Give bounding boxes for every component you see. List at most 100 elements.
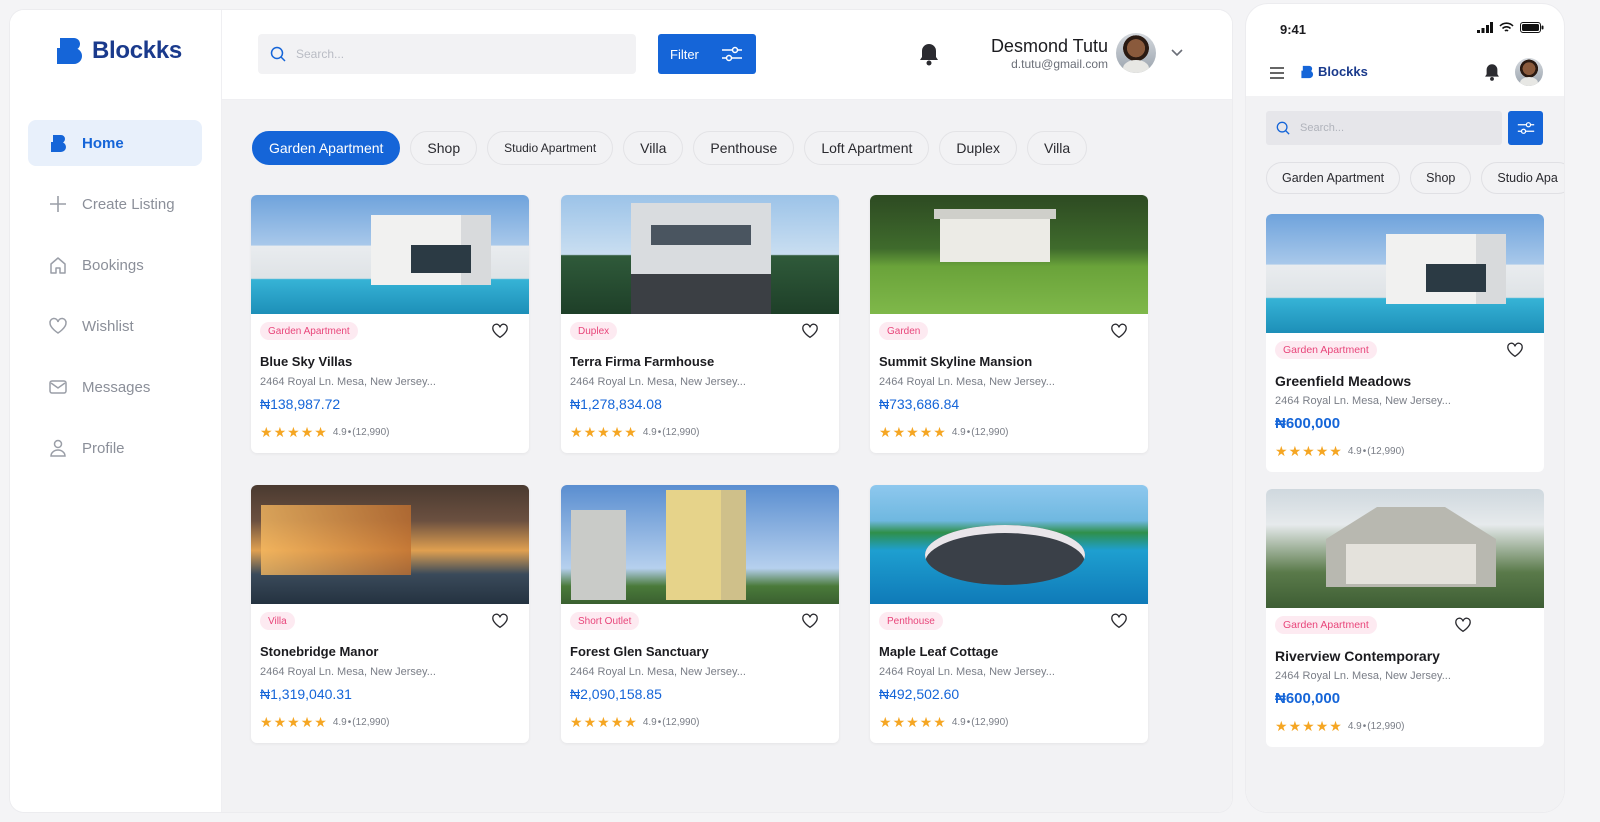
- notification-bell-icon[interactable]: [916, 41, 942, 67]
- listing-title: Maple Leaf Cottage: [879, 644, 999, 659]
- star-icon: ★: [273, 424, 287, 440]
- listing-tag: Garden Apartment: [260, 322, 358, 340]
- category-chip-shop[interactable]: Shop: [1410, 162, 1472, 194]
- listing-address: 2464 Royal Ln. Mesa, New Jersey...: [1275, 670, 1451, 682]
- star-icon: ★: [892, 424, 906, 440]
- filter-label: Filter: [670, 46, 699, 62]
- user-icon: [50, 439, 66, 457]
- brand-logo[interactable]: Blockks: [1300, 64, 1368, 79]
- star-icon: ★: [597, 424, 610, 440]
- status-time: 9:41: [1280, 22, 1307, 37]
- notification-bell-icon[interactable]: [1482, 62, 1502, 82]
- star-icon: ★: [260, 424, 273, 440]
- star-icon: ★: [273, 714, 287, 730]
- listing-rating: ★★★★★ 4.9 • (12,990): [570, 714, 700, 730]
- sidebar-item-home[interactable]: Home: [28, 120, 202, 166]
- signal-icon: [1477, 22, 1493, 33]
- search-bar: [258, 34, 636, 74]
- category-chip-penthouse[interactable]: Penthouse: [693, 131, 795, 165]
- category-chip-shop[interactable]: Shop: [410, 131, 478, 165]
- rating-value: 4.9: [951, 717, 966, 728]
- listing-rating: ★★★★★ 4.9 • (12,990): [260, 424, 390, 440]
- category-chip-villa-2[interactable]: Villa: [1026, 131, 1088, 165]
- category-chip-villa[interactable]: Villa: [623, 131, 684, 165]
- star-icon: ★: [624, 424, 637, 440]
- heart-icon[interactable]: [801, 322, 819, 340]
- star-icon: ★: [314, 424, 327, 440]
- heart-icon[interactable]: [1110, 322, 1128, 340]
- rating-value: 4.9: [332, 427, 347, 438]
- heart-icon[interactable]: [1506, 341, 1524, 359]
- rating-value: 4.9: [1347, 446, 1362, 457]
- category-chip-garden-apartment[interactable]: Garden Apartment: [252, 131, 401, 165]
- avatar[interactable]: [1116, 33, 1156, 73]
- search-input[interactable]: [296, 47, 596, 61]
- listing-tag: Villa: [260, 612, 295, 630]
- main-content: Garden Apartment Shop Studio Apartment V…: [222, 100, 1232, 812]
- star-icon: ★: [1288, 718, 1302, 734]
- category-chip-studio-apartment[interactable]: Studio Apa: [1481, 162, 1564, 194]
- rating-value: 4.9: [951, 427, 966, 438]
- star-icon: ★: [300, 424, 314, 440]
- listing-card[interactable]: Villa Stonebridge Manor 2464 Royal Ln. M…: [251, 485, 529, 743]
- listing-card[interactable]: Garden Apartment Riverview Contemporary …: [1266, 489, 1544, 747]
- listing-photo: [251, 485, 529, 604]
- listing-tag: Short Outlet: [570, 612, 640, 630]
- sliders-icon: [1517, 122, 1534, 134]
- listing-card[interactable]: Garden Apartment Blue Sky Villas 2464 Ro…: [251, 195, 529, 453]
- sidebar-item-bookings[interactable]: Bookings: [28, 242, 202, 288]
- heart-icon[interactable]: [1110, 612, 1128, 630]
- sidebar: Blockks Home Create Listing Bookings Wis…: [10, 10, 222, 812]
- listing-card[interactable]: Garden Summit Skyline Mansion 2464 Royal…: [870, 195, 1148, 453]
- brand-logo[interactable]: Blockks: [54, 36, 182, 66]
- category-chip-loft-apartment[interactable]: Loft Apartment: [804, 131, 930, 165]
- sidebar-item-profile[interactable]: Profile: [28, 425, 202, 471]
- review-count: (12,990): [1367, 446, 1405, 457]
- listing-card[interactable]: Duplex Terra Firma Farmhouse 2464 Royal …: [561, 195, 839, 453]
- listing-address: 2464 Royal Ln. Mesa, New Jersey...: [260, 666, 436, 678]
- mobile-header: Blockks: [1246, 52, 1564, 96]
- star-icon: ★: [597, 714, 610, 730]
- chevron-down-icon[interactable]: [1170, 48, 1184, 58]
- star-icon: ★: [570, 714, 583, 730]
- search-icon: [270, 46, 286, 62]
- listing-card[interactable]: Garden Apartment Greenfield Meadows 2464…: [1266, 214, 1544, 472]
- category-chip-garden-apartment[interactable]: Garden Apartment: [1266, 162, 1401, 194]
- sidebar-item-wishlist[interactable]: Wishlist: [28, 303, 202, 349]
- star-icon: ★: [610, 424, 624, 440]
- category-chip-duplex[interactable]: Duplex: [939, 131, 1017, 165]
- star-icon: ★: [260, 714, 273, 730]
- hamburger-menu-icon[interactable]: [1269, 67, 1285, 79]
- listing-title: Summit Skyline Mansion: [879, 354, 1033, 369]
- sidebar-item-messages[interactable]: Messages: [28, 364, 202, 410]
- listing-card[interactable]: Short Outlet Forest Glen Sanctuary 2464 …: [561, 485, 839, 743]
- sidebar-item-create-listing[interactable]: Create Listing: [28, 181, 202, 227]
- star-icon: ★: [1302, 718, 1315, 734]
- listing-photo: [870, 485, 1148, 604]
- heart-icon[interactable]: [1454, 616, 1472, 634]
- star-rating: ★★★★★: [260, 425, 328, 440]
- heart-icon[interactable]: [491, 322, 509, 340]
- listing-card[interactable]: Penthouse Maple Leaf Cottage 2464 Royal …: [870, 485, 1148, 743]
- star-icon: ★: [1288, 443, 1302, 459]
- rating-value: 4.9: [332, 717, 347, 728]
- filter-button[interactable]: [1508, 111, 1543, 145]
- filter-button[interactable]: Filter: [658, 34, 756, 74]
- mail-icon: [49, 380, 67, 394]
- avatar[interactable]: [1515, 58, 1543, 86]
- listing-title: Forest Glen Sanctuary: [570, 644, 709, 659]
- sidebar-item-label: Create Listing: [82, 195, 175, 213]
- listing-tag: Garden Apartment: [1275, 616, 1377, 634]
- category-chip-studio-apartment[interactable]: Studio Apartment: [487, 131, 614, 165]
- sidebar-item-label: Home: [82, 134, 124, 152]
- search-input[interactable]: [1300, 122, 1480, 134]
- star-rating: ★★★★★: [1275, 444, 1343, 459]
- star-icon: ★: [879, 714, 892, 730]
- heart-icon[interactable]: [491, 612, 509, 630]
- wifi-icon: [1499, 22, 1514, 32]
- listing-rating: ★★★★★ 4.9 • (12,990): [1275, 718, 1405, 734]
- heart-icon[interactable]: [801, 612, 819, 630]
- star-icon: ★: [1329, 718, 1342, 734]
- star-icon: ★: [287, 714, 300, 730]
- user-info: Desmond Tutu d.tutu@gmail.com: [982, 36, 1108, 71]
